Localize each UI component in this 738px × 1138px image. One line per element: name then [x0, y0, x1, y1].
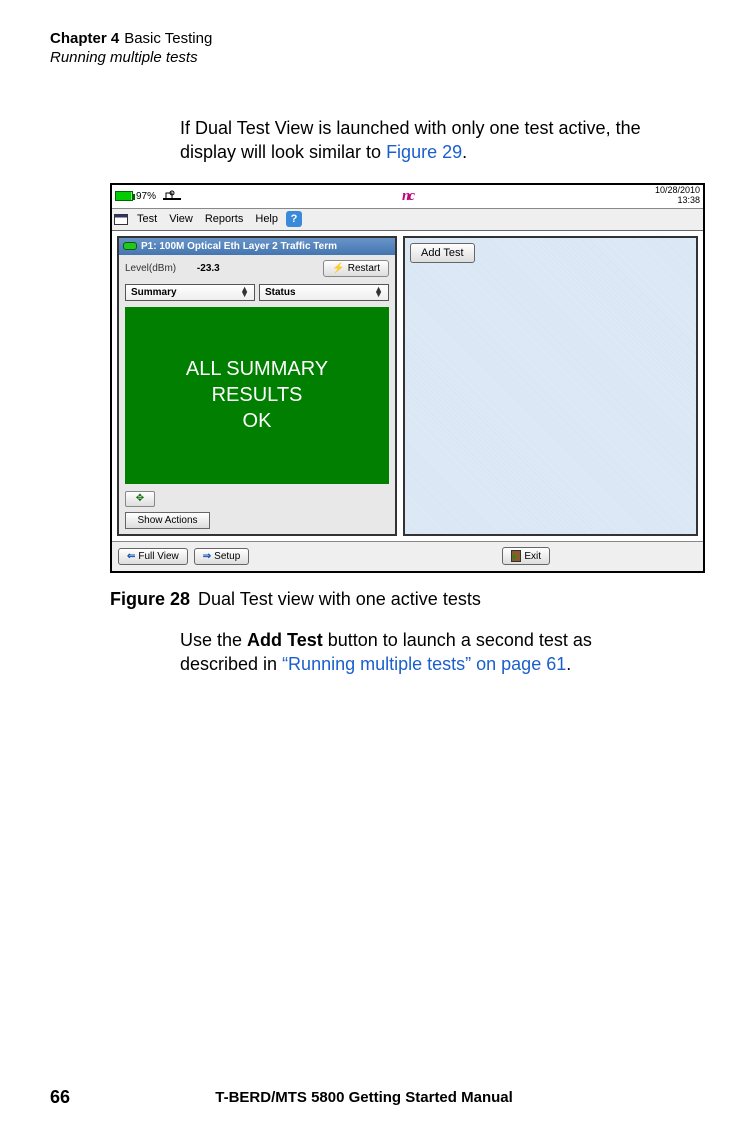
page-header-line1: Chapter 4 Basic Testing [50, 30, 688, 47]
panel-title-bar: P1: 100M Optical Eth Layer 2 Traffic Ter… [119, 238, 395, 255]
restart-button[interactable]: ⚡ Restart [323, 260, 389, 277]
section-title: Running multiple tests [50, 49, 688, 66]
window-icon[interactable] [114, 214, 128, 225]
add-test-label: Add Test [421, 247, 464, 259]
dropdown-row: Summary ▲▼ Status ▲▼ [119, 282, 395, 303]
results-line3: OK [243, 408, 272, 434]
page-number: 66 [50, 1087, 70, 1108]
setup-label: Setup [214, 551, 240, 562]
time-text: 13:38 [655, 196, 700, 206]
p1-after: . [462, 142, 467, 162]
menu-bar: Test View Reports Help ? [112, 209, 703, 231]
results-line1: ALL SUMMARY [186, 356, 328, 382]
lightning-icon: ⚡ [332, 263, 344, 274]
panel-title-text: P1: 100M Optical Eth Layer 2 Traffic Ter… [141, 241, 337, 252]
updown-icon: ▲▼ [374, 287, 383, 298]
battery-group: 97% [115, 190, 181, 202]
p2-before: Use the [180, 630, 247, 650]
figure-label: Figure 28 [110, 589, 190, 610]
network-icon [163, 190, 181, 202]
page-footer: 66 T-BERD/MTS 5800 Getting Started Manua… [50, 1087, 688, 1108]
add-test-button[interactable]: Add Test [410, 243, 475, 263]
level-row: Level(dBm) -23.3 ⚡ Restart [119, 255, 395, 282]
exit-button[interactable]: Exit [502, 547, 550, 565]
arrow-right-icon: ⇒ [203, 551, 211, 562]
status-bar: 97% nc 10/28/2010 13:38 [112, 185, 703, 209]
chapter-label: Chapter 4 [50, 30, 119, 47]
battery-percent: 97% [136, 191, 156, 202]
battery-icon [115, 191, 133, 201]
bottom-panel-row: ✥ [119, 488, 395, 510]
move-icon: ✥ [136, 493, 144, 504]
full-view-label: Full View [138, 551, 178, 562]
datetime: 10/28/2010 13:38 [655, 186, 700, 206]
results-display: ALL SUMMARY RESULTS OK [125, 307, 389, 484]
chapter-title: Basic Testing [124, 30, 212, 47]
level-label: Level(dBm) [125, 263, 176, 274]
status-dropdown[interactable]: Status ▲▼ [259, 284, 389, 301]
p2-bold: Add Test [247, 630, 323, 650]
status-dropdown-label: Status [265, 287, 296, 298]
paragraph-2: Use the Add Test button to launch a seco… [180, 628, 658, 677]
summary-dropdown-label: Summary [131, 287, 177, 298]
level-value: -23.3 [197, 263, 220, 274]
help-icon[interactable]: ? [286, 211, 302, 227]
menu-view[interactable]: View [163, 213, 199, 225]
updown-icon: ▲▼ [240, 287, 249, 298]
bottom-toolbar: ⇐ Full View ⇒ Setup Exit [112, 541, 703, 571]
summary-dropdown[interactable]: Summary ▲▼ [125, 284, 255, 301]
screenshot-figure: 97% nc 10/28/2010 13:38 Test View Report… [110, 183, 705, 573]
full-view-button[interactable]: ⇐ Full View [118, 548, 188, 565]
show-actions-button[interactable]: Show Actions [125, 512, 210, 529]
menu-help[interactable]: Help [249, 213, 284, 225]
restart-label: Restart [348, 263, 380, 274]
nc-logo: nc [402, 188, 413, 205]
p1-link[interactable]: Figure 29 [386, 142, 462, 162]
p2-after: . [566, 654, 571, 674]
menu-reports[interactable]: Reports [199, 213, 250, 225]
figure-caption: Figure 28 Dual Test view with one active… [110, 589, 688, 610]
content-area: P1: 100M Optical Eth Layer 2 Traffic Ter… [112, 231, 703, 541]
status-led-icon [123, 242, 137, 250]
results-line2: RESULTS [212, 382, 303, 408]
p2-link[interactable]: “Running multiple tests” on page 61 [282, 654, 566, 674]
show-actions-label: Show Actions [137, 515, 197, 526]
left-test-panel: P1: 100M Optical Eth Layer 2 Traffic Ter… [117, 236, 397, 536]
setup-button[interactable]: ⇒ Setup [194, 548, 250, 565]
menu-test[interactable]: Test [131, 213, 163, 225]
paragraph-1: If Dual Test View is launched with only … [180, 116, 658, 165]
move-button[interactable]: ✥ [125, 491, 155, 507]
right-test-panel: Add Test [403, 236, 698, 536]
exit-label: Exit [524, 551, 541, 562]
footer-title: T-BERD/MTS 5800 Getting Started Manual [70, 1089, 658, 1106]
door-icon [511, 550, 521, 562]
arrow-left-icon: ⇐ [127, 551, 135, 562]
figure-text: Dual Test view with one active tests [198, 589, 481, 610]
